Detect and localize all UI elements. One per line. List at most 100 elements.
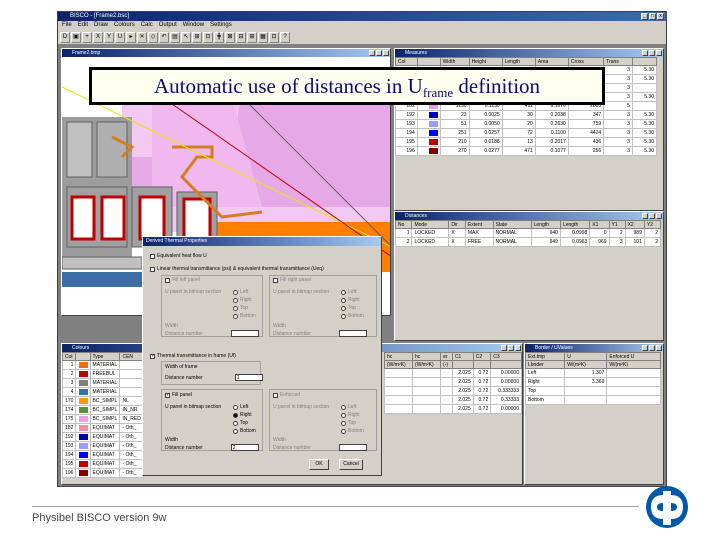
table-row[interactable]: 192 23 0.0025 30 0.2038 347 3 5.30	[395, 110, 658, 120]
toolbar-button-5[interactable]: U	[115, 32, 125, 43]
table-cell[interactable]: - Oth_	[119, 450, 144, 460]
table-cell[interactable]: IN_RED	[119, 414, 144, 424]
close-icon[interactable]	[383, 50, 389, 56]
table-row[interactable]: 175 BC_SIMPL IN_RED	[62, 414, 144, 424]
table-cell[interactable]	[383, 368, 414, 378]
panel-radio-top[interactable]	[233, 420, 238, 426]
table-cell[interactable]: 0.0025	[468, 110, 503, 120]
thermal-frame-checkbox[interactable]: ✓	[150, 353, 155, 359]
table-cell[interactable]: 0.33333	[490, 395, 522, 405]
toolbar-button-7[interactable]: ✕	[137, 32, 147, 43]
column-header[interactable]: er	[440, 352, 453, 361]
table-cell[interactable]: 182	[62, 423, 77, 433]
table-cell[interactable]: 5.30	[631, 119, 658, 129]
table-cell[interactable]	[412, 377, 442, 387]
table-cell[interactable]: LOCKED	[411, 237, 450, 247]
minimize-icon[interactable]	[369, 50, 375, 56]
colour-swatch-cell[interactable]	[75, 441, 91, 451]
distance2-input[interactable]: 2	[230, 444, 259, 451]
table-row[interactable]: 196 EQUIMAT - Oth_	[62, 468, 144, 478]
close-icon[interactable]	[515, 345, 521, 351]
table-cell[interactable]: 5.30	[631, 110, 658, 120]
table-cell[interactable]: 0.00000	[490, 368, 522, 378]
table-cell[interactable]: 0.333333	[490, 386, 522, 396]
maximize-icon[interactable]	[649, 213, 655, 219]
toolbar-button-15[interactable]: ⊠	[225, 32, 235, 43]
table-cell[interactable]: 0.0277	[468, 146, 503, 156]
table-cell[interactable]: - Oth_	[119, 423, 144, 433]
toolbar-button-12[interactable]: ⊞	[192, 32, 202, 43]
toolbar-button-1[interactable]: ▣	[71, 32, 81, 43]
menu-item-colours[interactable]: Colours	[114, 21, 135, 30]
table-cell[interactable]: 4	[62, 387, 77, 397]
colour-swatch-cell[interactable]	[416, 137, 441, 147]
table-cell[interactable]	[440, 395, 453, 405]
table-cell[interactable]: 5	[603, 101, 633, 111]
table-row[interactable]: 170 BC_SIMPL NL	[62, 396, 144, 406]
table-cell[interactable]: 949	[530, 237, 561, 247]
ufactor-table[interactable]: Ext.tmp U Enforced U Lbnder W/(m²K) W/(m²K) Le…	[525, 352, 661, 405]
column-header[interactable]	[416, 57, 441, 66]
table-cell[interactable]: 3	[603, 92, 633, 102]
colours-table[interactable]: Col Type CEN 1 MATERIAL 2 FREEBUL 3 MATERIAL 4 MAT…	[62, 352, 144, 478]
close-icon[interactable]: x	[657, 13, 664, 20]
table-cell[interactable]: 194	[62, 450, 77, 460]
maximize-icon[interactable]	[508, 345, 514, 351]
table-row[interactable]: 193 EQUIMAT - Oth_	[62, 441, 144, 451]
table-row[interactable]: 196 270 0.0277 471 0.1077 256 3 5.30	[395, 146, 658, 156]
distance2-right-input[interactable]	[338, 444, 367, 451]
table-row[interactable]: 2 FREEBUL	[62, 369, 144, 379]
table-cell[interactable]: 3	[603, 74, 633, 84]
table-cell[interactable]: 0.2038	[534, 110, 569, 120]
table-cell[interactable]: 436	[567, 137, 605, 147]
table-cell[interactable]: 471	[501, 146, 536, 156]
table-cell[interactable]	[383, 404, 414, 414]
table-cell[interactable]: 969	[589, 237, 610, 247]
minimize-icon[interactable]	[642, 50, 648, 56]
toolbar-button-9[interactable]: ↶	[159, 32, 169, 43]
table-cell[interactable]: Right	[525, 377, 566, 387]
table-cell[interactable]: 196	[62, 468, 77, 478]
table-cell[interactable]: Top	[525, 386, 566, 396]
table-cell[interactable]: 3	[603, 83, 633, 93]
table-cell[interactable]	[606, 368, 661, 378]
menu-item-draw[interactable]: Draw	[94, 21, 108, 30]
distances-window[interactable]: Distances No Mode Dir Extent State Length Leng…	[394, 211, 664, 341]
column-header[interactable]: Col	[395, 57, 418, 66]
column-header[interactable]: Length	[530, 220, 561, 229]
column-header[interactable]: Trans	[603, 57, 633, 66]
menu-item-output[interactable]: Output	[159, 21, 177, 30]
distance-left-input[interactable]	[230, 330, 259, 337]
colour-swatch-cell[interactable]	[416, 146, 441, 156]
table-cell[interactable]: MATERIAL	[89, 387, 121, 397]
fill-left-checkbox[interactable]	[165, 277, 170, 283]
table-cell[interactable]	[412, 386, 442, 396]
toolbar-button-3[interactable]: X	[93, 32, 103, 43]
column-header[interactable]: X1	[589, 220, 610, 229]
table-cell[interactable]: 3	[603, 146, 633, 156]
table-cell[interactable]: 0.2017	[534, 137, 569, 147]
table-cell[interactable]: 3	[603, 65, 633, 75]
table-cell[interactable]: 51	[439, 119, 470, 129]
ok-button[interactable]: OK	[309, 459, 329, 470]
table-cell[interactable]: 0.72	[472, 368, 492, 378]
table-row[interactable]: 195 210 0.0188 13 0.2017 436 3 5.30	[395, 137, 658, 147]
table-cell[interactable]: 0.1077	[534, 146, 569, 156]
table-cell[interactable]: 0.72	[472, 377, 492, 387]
right-radio-bottom[interactable]	[341, 313, 346, 319]
table-cell[interactable]: 0.1100	[534, 128, 569, 138]
enforced-radio-left[interactable]	[341, 404, 346, 410]
table-cell[interactable]: FREEBUL	[89, 369, 121, 379]
table-cell[interactable]: NORMAL	[492, 237, 532, 247]
table-row[interactable]: 3 MATERIAL	[62, 378, 144, 388]
table-cell[interactable]: 23	[439, 110, 470, 120]
table-cell[interactable]: 5.30	[631, 92, 658, 102]
table-cell[interactable]: 0	[589, 228, 610, 238]
cancel-button[interactable]: Cancel	[339, 459, 363, 470]
column-header[interactable]: C1	[451, 352, 474, 361]
toolbar-button-10[interactable]: ▤	[170, 32, 180, 43]
colour-swatch-cell[interactable]	[75, 405, 91, 415]
table-row[interactable]: 195 EQUIMAT - Oth_	[62, 459, 144, 469]
table-cell[interactable]: 2	[395, 237, 413, 247]
table-cell[interactable]	[440, 377, 453, 387]
